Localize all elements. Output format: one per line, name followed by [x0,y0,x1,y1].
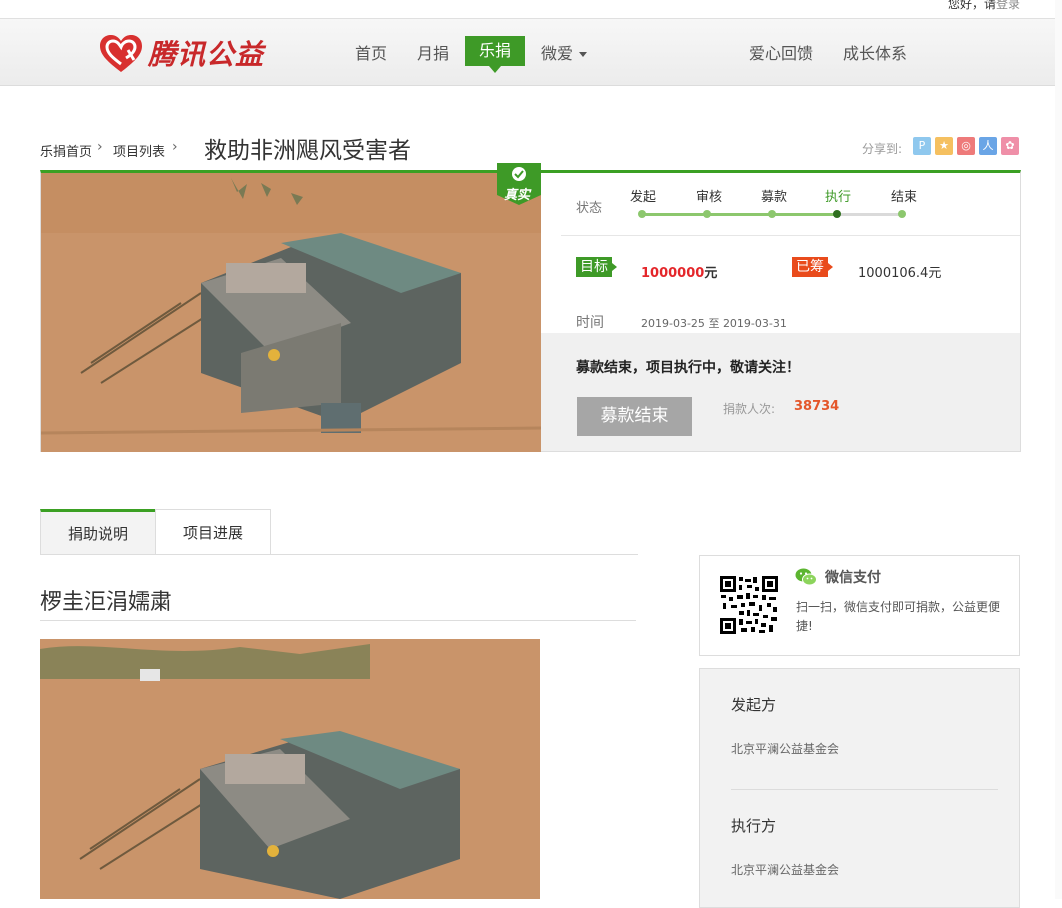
nav-feedback[interactable]: 爱心回馈 [749,40,813,64]
progress-fill [641,213,837,216]
nav-home[interactable]: 首页 [355,40,387,64]
panel-divider [561,235,1020,236]
status-notice: 募款结束，项目执行中，敬请关注！ [576,360,800,376]
donors-count: 38734 [794,399,840,414]
project-photo[interactable] [41,173,541,452]
greeting-label: 您好，请 [947,0,996,11]
share-label: 分享到: [862,142,903,156]
donation-ended-button[interactable]: 募款结束 [577,397,692,436]
share-renren-icon[interactable]: 人 [979,137,997,155]
step-dot-current [833,210,841,218]
goal-amount: 1000000元 [641,262,717,281]
initiator-heading: 发起方 [731,696,777,714]
time-range: 2019-03-25 至 2019-03-31 [641,315,787,331]
section-title: 椤圭洰涓嬬粛 [40,590,173,615]
greeting-text: 您好，请登录 [948,0,1020,12]
step-dot [768,210,776,218]
goal-number: 1000000 [641,266,705,281]
share-weibo-icon[interactable]: ◎ [957,137,975,155]
page-title: 救助非洲飓风受害者 [204,138,411,164]
step-dot [638,210,646,218]
share-qzone-icon[interactable]: ★ [935,137,953,155]
raised-number: 1000106.4 [858,266,929,281]
start-date: 2019-03-25 [641,317,705,330]
step-label: 审核 [696,190,723,205]
step-label: 发起 [630,190,657,205]
initiator-name[interactable]: 北京平澜公益基金会 [731,740,839,757]
tab-progress[interactable]: 项目进展 [155,509,271,555]
nav-lejuan-label: 乐捐 [478,41,511,60]
wechat-pay-title: 微信支付 [825,570,881,586]
nav-lejuan[interactable]: 乐捐 [465,36,525,73]
step-label-current: 执行 [825,190,852,205]
wechat-pay-desc: 扫一扫，微信支付即可捐款，公益更便捷! [796,600,1001,633]
share-favorite-icon[interactable]: ✿ [1001,137,1019,155]
verified-badge-label: 真实 [504,188,531,203]
breadcrumb-separator: › [97,139,103,155]
section-divider [40,620,636,621]
raised-unit: 元 [928,266,942,281]
qr-code[interactable] [719,575,779,635]
breadcrumb-separator: › [172,139,178,155]
description-photo[interactable] [40,639,540,899]
goal-tag: 目标 [576,257,617,277]
chevron-down-icon [579,52,588,57]
step-label: 结束 [891,190,918,205]
org-divider [731,789,998,790]
share-pengyou-icon[interactable]: P [913,137,931,155]
executor-name[interactable]: 北京平澜公益基金会 [731,861,839,878]
step-label: 募款 [761,190,788,205]
step-dot [898,210,906,218]
raised-tag: 已筹 [792,257,833,277]
breadcrumb-home[interactable]: 乐捐首页 [40,141,92,160]
end-date: 2019-03-31 [722,317,787,330]
nav-monthly[interactable]: 月捐 [417,40,449,64]
step-dot [703,210,711,218]
wechat-icon [795,568,817,586]
heart-logo-icon[interactable] [98,34,144,74]
donors-label: 捐款人次: [723,402,776,416]
nav-growth[interactable]: 成长体系 [843,40,907,64]
site-header: 腾讯公益 首页 月捐 乐捐 微爱 爱心回馈 成长体系 [0,18,1062,86]
time-label: 时间 [576,315,604,331]
nav-weiai[interactable]: 微爱 [541,40,588,64]
raised-amount: 1000106.4元 [858,262,941,281]
scrollbar[interactable] [1055,0,1062,899]
login-link[interactable]: 登录 [996,0,1020,11]
executor-heading: 执行方 [731,817,777,835]
date-separator: 至 [708,317,720,330]
tab-description[interactable]: 捐助说明 [40,509,156,555]
brand-name[interactable]: 腾讯公益 [148,33,264,73]
nav-weiai-label: 微爱 [541,44,574,63]
status-label: 状态 [576,201,603,216]
top-strip: 您好，请登录 [0,0,1062,18]
breadcrumb-list[interactable]: 项目列表 [113,141,165,160]
goal-unit: 元 [704,266,718,281]
